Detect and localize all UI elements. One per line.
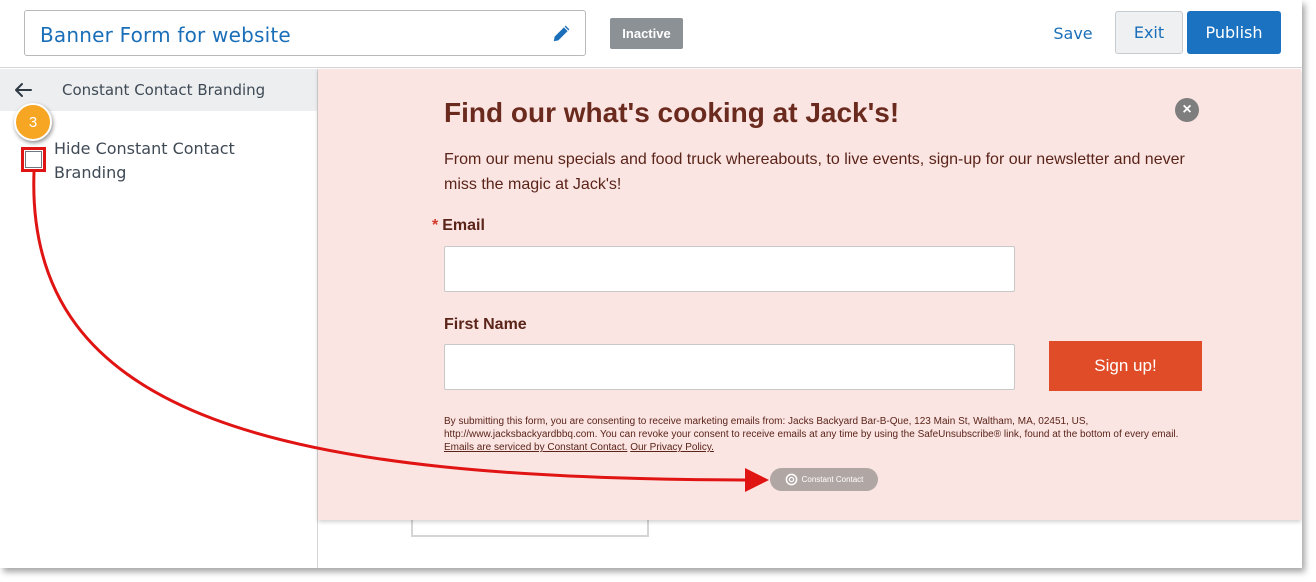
arrow-left-icon[interactable]	[12, 79, 34, 101]
hide-branding-label: Hide Constant Contact Branding	[54, 139, 235, 182]
signup-button[interactable]: Sign up!	[1049, 341, 1202, 391]
privacy-link[interactable]: Our Privacy Policy.	[630, 442, 714, 453]
form-intro: From our menu specials and food truck wh…	[444, 151, 1185, 193]
consent-body: By submitting this form, you are consent…	[444, 416, 1179, 440]
first-name-input[interactable]	[444, 344, 1015, 390]
constant-contact-logo-icon	[785, 473, 797, 486]
email-input[interactable]	[444, 246, 1015, 292]
top-bar: Banner Form for website Inactive Save Ex…	[0, 0, 1302, 68]
required-marker: *	[432, 217, 439, 234]
service-link[interactable]: Emails are serviced by Constant Contact.	[444, 442, 627, 453]
form-title-text: Banner Form for website	[40, 23, 291, 47]
email-label: * Email	[432, 217, 485, 235]
form-title-field[interactable]: Banner Form for website	[24, 10, 586, 56]
sidebar-title: Constant Contact Branding	[62, 81, 266, 99]
sidebar-header: Constant Contact Branding	[0, 69, 317, 111]
form-preview-area: Find our what's cooking at Jack's! × Fro…	[318, 69, 1302, 568]
app-window: Banner Form for website Inactive Save Ex…	[0, 0, 1302, 568]
checkbox-highlight-annotation	[21, 147, 46, 172]
exit-button[interactable]: Exit	[1115, 11, 1183, 54]
banner-form: Find our what's cooking at Jack's! × Fro…	[318, 69, 1301, 520]
save-button[interactable]: Save	[1040, 12, 1106, 54]
email-label-text: Email	[442, 217, 485, 234]
status-badge: Inactive	[610, 18, 683, 49]
step-number-badge: 3	[14, 103, 52, 141]
close-icon[interactable]: ×	[1175, 98, 1199, 122]
branding-badge-text: Constant Contact	[801, 475, 864, 484]
pencil-icon[interactable]	[551, 22, 573, 44]
first-name-label: First Name	[444, 316, 527, 333]
settings-sidebar: Constant Contact Branding Hide Constant …	[0, 69, 318, 568]
publish-button[interactable]: Publish	[1187, 11, 1281, 54]
form-headline: Find our what's cooking at Jack's!	[444, 97, 900, 128]
constant-contact-branding-badge[interactable]: Constant Contact	[770, 468, 878, 491]
consent-text: By submitting this form, you are consent…	[444, 415, 1204, 454]
